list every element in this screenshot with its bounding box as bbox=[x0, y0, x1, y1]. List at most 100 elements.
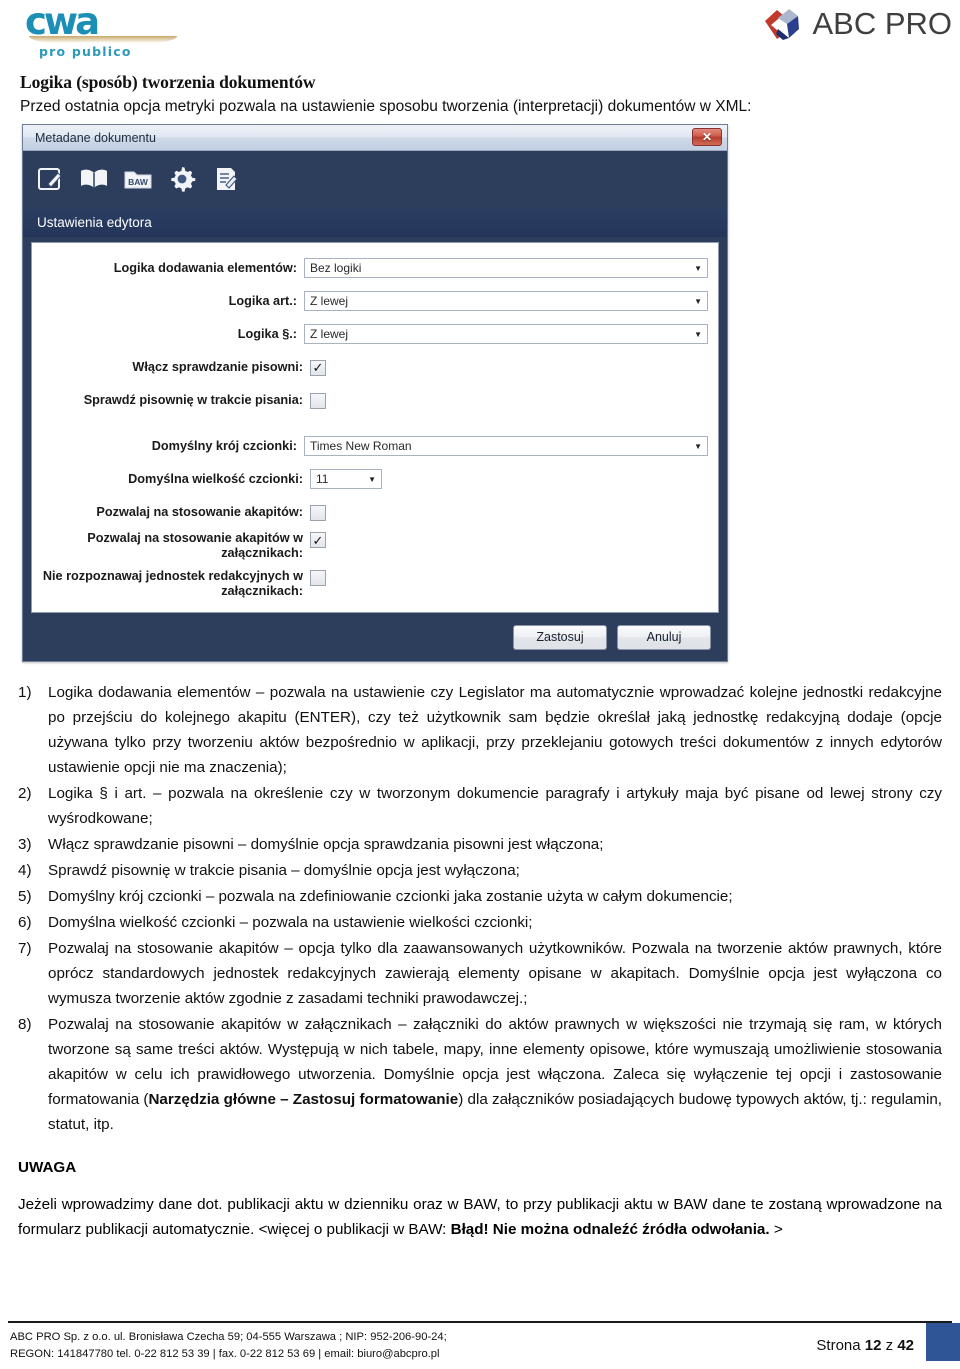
combo-value: 11 bbox=[316, 472, 329, 486]
combo-logika-art[interactable]: Z lewej ▼ bbox=[304, 291, 708, 311]
uwaga-heading: UWAGA bbox=[18, 1159, 77, 1176]
dialog-button-bar: Zastosuj Anuluj bbox=[23, 613, 727, 661]
dialog-section-header: Ustawienia edytora bbox=[23, 207, 727, 237]
numbered-list: 1) Logika dodawania elementów – pozwala … bbox=[18, 680, 942, 1137]
list-item-number: 4) bbox=[18, 862, 32, 879]
chevron-down-icon: ▼ bbox=[694, 329, 702, 339]
svg-text:BAW: BAW bbox=[128, 177, 149, 187]
list-item-text: Domyślny krój czcionki – pozwala na zdef… bbox=[48, 888, 733, 905]
checkbox-wlacz-sprawdzanie-pisowni[interactable]: ✓ bbox=[310, 359, 326, 376]
list-item-text: Logika § i art. – pozwala na określenie … bbox=[48, 785, 942, 827]
list-item-number: 1) bbox=[18, 684, 32, 701]
label-logika-dodawania-elementow: Logika dodawania elementów: bbox=[113, 260, 297, 275]
list-item-number: 6) bbox=[18, 914, 32, 931]
open-book-icon[interactable] bbox=[77, 162, 111, 196]
list-item-number: 2) bbox=[18, 785, 32, 802]
list-item-text: Pozwalaj na stosowanie akapitów – opcja … bbox=[48, 940, 942, 1007]
dialog-toolbar: BAW bbox=[23, 151, 727, 207]
list-item: 7) Pozwalaj na stosowanie akapitów – opc… bbox=[18, 936, 942, 1011]
footer-line-1: ABC PRO Sp. z o.o. ul. Bronisława Czecha… bbox=[10, 1331, 447, 1343]
footer-line-2: REGON: 141847780 tel. 0-22 812 53 39 | f… bbox=[10, 1348, 440, 1360]
label-pozwalaj-na-stosowanie-akapitow-w-zalacznikach: Pozwalaj na stosowanie akapitów w załącz… bbox=[87, 531, 303, 560]
list-item-text-rich: Pozwalaj na stosowanie akapitów w załącz… bbox=[48, 1012, 942, 1137]
chevron-down-icon: ▼ bbox=[694, 263, 702, 273]
form-row-logika-dodawania-elementow: Logika dodawania elementów: Bez logiki ▼ bbox=[32, 253, 708, 283]
page-title: Logika (sposób) tworzenia dokumentów bbox=[20, 72, 316, 92]
form-row-logika-art: Logika art.: Z lewej ▼ bbox=[32, 286, 708, 316]
text-part-bold: Narzędzia główne – Zastosuj formatowanie bbox=[148, 1091, 459, 1108]
title-block: Logika (sposób) tworzenia dokumentów Prz… bbox=[0, 64, 960, 116]
combo-value: Times New Roman bbox=[310, 439, 412, 453]
list-item-text: Sprawdź pisownię w trakcie pisania – dom… bbox=[48, 862, 520, 879]
edit-document-icon[interactable] bbox=[33, 162, 67, 196]
cwa-logo-wordmark: cwa bbox=[25, 0, 100, 43]
combo-domyslny-kroj-czcionki[interactable]: Times New Roman ▼ bbox=[304, 436, 708, 456]
list-item-text: Włącz sprawdzanie pisowni – domyślnie op… bbox=[48, 836, 604, 853]
footer-accent-block bbox=[926, 1323, 960, 1361]
combo-value: Bez logiki bbox=[310, 261, 362, 275]
metadane-dokumentu-dialog: Metadane dokumentu ✕ BAW Ustawienia edyt… bbox=[22, 124, 728, 662]
document-page: cwa pro publico ABC PRO Logika (sposób) … bbox=[0, 0, 960, 1369]
document-edit-icon[interactable] bbox=[209, 162, 243, 196]
dialog-title: Metadane dokumentu bbox=[35, 130, 156, 145]
page-current: 12 bbox=[864, 1336, 882, 1354]
combo-logika-dodawania-elementow[interactable]: Bez logiki ▼ bbox=[304, 258, 708, 278]
label-wlacz-sprawdzanie-pisowni: Włącz sprawdzanie pisowni: bbox=[132, 359, 303, 374]
footer-right: Strona 12 z 42 bbox=[816, 1323, 960, 1361]
cwa-logo: cwa pro publico bbox=[25, 0, 205, 60]
page-prefix: Strona bbox=[816, 1336, 865, 1354]
uwaga-paragraph: Jeżeli wprowadzimy dane dot. publikacji … bbox=[18, 1192, 942, 1242]
footer-divider bbox=[8, 1321, 952, 1323]
list-item-text: Domyślna wielkość czcionki – pozwala na … bbox=[48, 914, 533, 931]
abc-pro-chevron-icon bbox=[765, 9, 800, 40]
editor-settings-form: Logika dodawania elementów: Bez logiki ▼… bbox=[31, 242, 719, 613]
footer-company-info: ABC PRO Sp. z o.o. ul. Bronisława Czecha… bbox=[10, 1329, 447, 1363]
combo-logika-paragraf[interactable]: Z lewej ▼ bbox=[304, 324, 708, 344]
checkbox-pozwalaj-na-stosowanie-akapitow-w-zalacznikach[interactable]: ✓ bbox=[310, 532, 326, 548]
uwaga-text-after: > bbox=[769, 1221, 783, 1238]
form-row-domyslny-kroj-czcionki: Domyślny krój czcionki: Times New Roman … bbox=[32, 431, 708, 461]
abc-pro-logo-text: ABC PRO bbox=[812, 6, 952, 41]
list-item: 4) Sprawdź pisownię w trakcie pisania – … bbox=[18, 858, 942, 883]
list-item-number: 3) bbox=[18, 836, 32, 853]
baw-folder-icon[interactable]: BAW bbox=[121, 162, 155, 196]
combo-domyslna-wielkosc-czcionki[interactable]: 11 ▼ bbox=[310, 469, 382, 489]
list-item: 2) Logika § i art. – pozwala na określen… bbox=[18, 781, 942, 831]
page-subtitle: Przed ostatnia opcja metryki pozwala na … bbox=[20, 98, 752, 115]
form-row-sprawdz-pisownie-w-trakcie-pisania: Sprawdź pisownię w trakcie pisania: bbox=[32, 385, 708, 415]
label-nie-rozpoznawaj-jednostek-redakcyjnych: Nie rozpoznawaj jednostek redakcyjnych w… bbox=[42, 569, 303, 598]
cancel-button[interactable]: Anuluj bbox=[617, 624, 711, 650]
chevron-down-icon: ▼ bbox=[694, 441, 702, 451]
page-number: Strona 12 z 42 bbox=[816, 1337, 914, 1354]
close-icon[interactable]: ✕ bbox=[692, 128, 722, 146]
list-item-number: 8) bbox=[18, 1016, 32, 1033]
page-footer: ABC PRO Sp. z o.o. ul. Bronisława Czecha… bbox=[0, 1321, 960, 1369]
list-item: 5) Domyślny krój czcionki – pozwala na z… bbox=[18, 884, 942, 909]
form-row-pozwalaj-na-stosowanie-akapitow-w-zalacznikach: Pozwalaj na stosowanie akapitów w załącz… bbox=[32, 531, 708, 561]
dialog-screenshot-wrap: Metadane dokumentu ✕ BAW Ustawienia edyt… bbox=[0, 116, 960, 662]
page-total: 42 bbox=[897, 1336, 914, 1354]
checkbox-sprawdz-pisownie-w-trakcie-pisania[interactable] bbox=[310, 392, 326, 409]
apply-button[interactable]: Zastosuj bbox=[513, 624, 607, 650]
label-logika-art: Logika art.: bbox=[228, 293, 297, 308]
checkbox-pozwalaj-na-stosowanie-akapitow[interactable] bbox=[310, 504, 326, 521]
form-row-pozwalaj-na-stosowanie-akapitow: Pozwalaj na stosowanie akapitów: bbox=[32, 497, 708, 527]
page-header: cwa pro publico ABC PRO bbox=[0, 0, 960, 64]
chevron-down-icon: ▼ bbox=[694, 296, 702, 306]
label-domyslny-kroj-czcionki: Domyślny krój czcionki: bbox=[151, 438, 297, 453]
checkbox-nie-rozpoznawaj-jednostek-redakcyjnych[interactable] bbox=[310, 570, 326, 586]
combo-value: Z lewej bbox=[310, 327, 349, 341]
list-item-text: Logika dodawania elementów – pozwala na … bbox=[48, 684, 942, 776]
list-item: 3) Włącz sprawdzanie pisowni – domyślnie… bbox=[18, 832, 942, 857]
combo-value: Z lewej bbox=[310, 294, 349, 308]
label-pozwalaj-na-stosowanie-akapitow: Pozwalaj na stosowanie akapitów: bbox=[96, 504, 303, 519]
body-content: 1) Logika dodawania elementów – pozwala … bbox=[0, 662, 960, 1242]
gear-icon[interactable] bbox=[165, 162, 199, 196]
label-domyslna-wielkosc-czcionki: Domyślna wielkość czcionki: bbox=[128, 471, 303, 486]
form-row-logika-paragraf: Logika §.: Z lewej ▼ bbox=[32, 319, 708, 349]
form-row-domyslna-wielkosc-czcionki: Domyślna wielkość czcionki: 11 ▼ bbox=[32, 464, 708, 494]
list-item-number: 5) bbox=[18, 888, 32, 905]
uwaga-text-bold: Błąd! Nie można odnaleźć źródła odwołani… bbox=[450, 1221, 770, 1238]
cwa-logo-tagline: pro publico bbox=[39, 44, 132, 59]
page-mid: z bbox=[881, 1336, 898, 1354]
